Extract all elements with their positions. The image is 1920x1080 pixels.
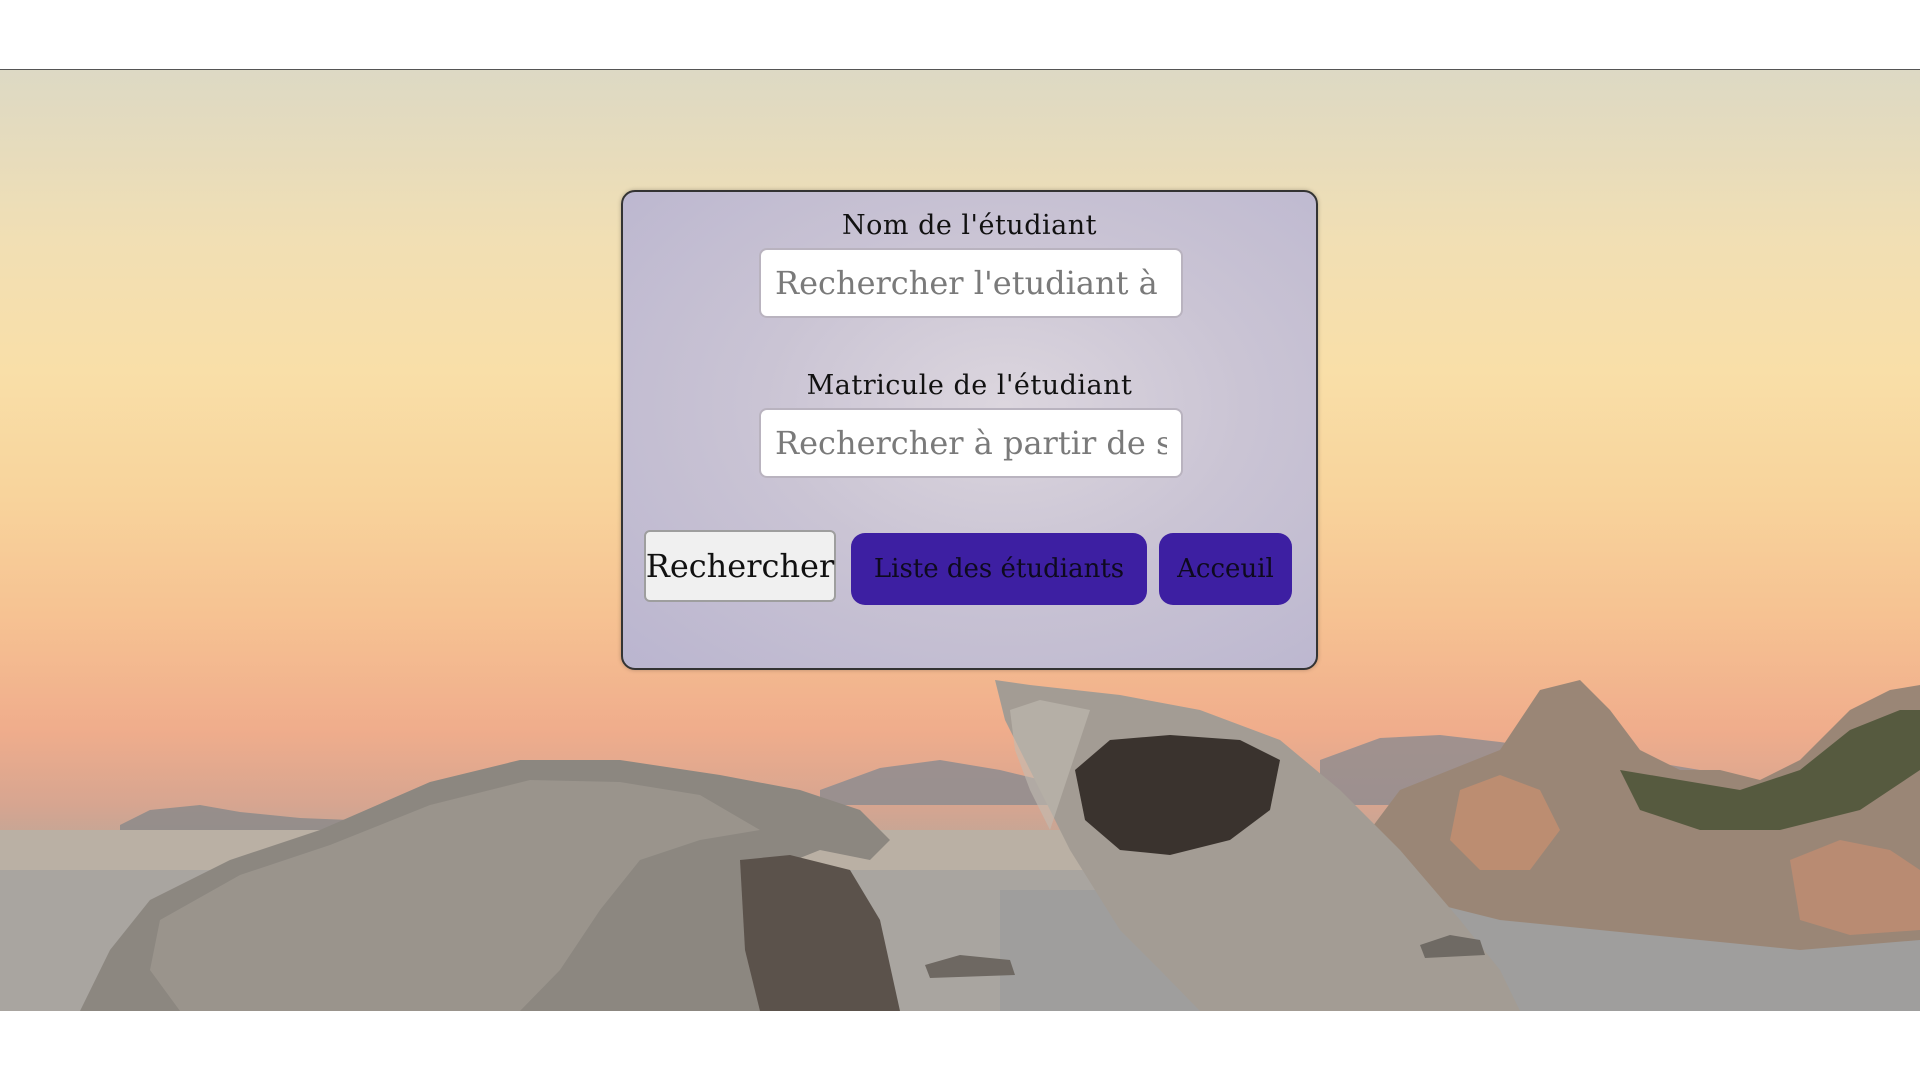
student-name-label: Nom de l'étudiant xyxy=(842,210,1097,241)
student-name-input[interactable] xyxy=(759,248,1183,318)
search-button[interactable]: Rechercher xyxy=(644,530,836,602)
page: Nom de l'étudiant Matricule de l'étudian… xyxy=(0,0,1920,1080)
home-button[interactable]: Acceuil xyxy=(1159,533,1292,605)
student-matricule-label: Matricule de l'étudiant xyxy=(806,370,1133,401)
background-landscape-image: Nom de l'étudiant Matricule de l'étudian… xyxy=(0,70,1920,1011)
student-list-button[interactable]: Liste des étudiants xyxy=(851,533,1147,605)
bottom-band xyxy=(0,1011,1920,1080)
search-form-card: Nom de l'étudiant Matricule de l'étudian… xyxy=(621,190,1318,670)
student-matricule-input[interactable] xyxy=(759,408,1183,478)
top-band xyxy=(0,0,1920,70)
